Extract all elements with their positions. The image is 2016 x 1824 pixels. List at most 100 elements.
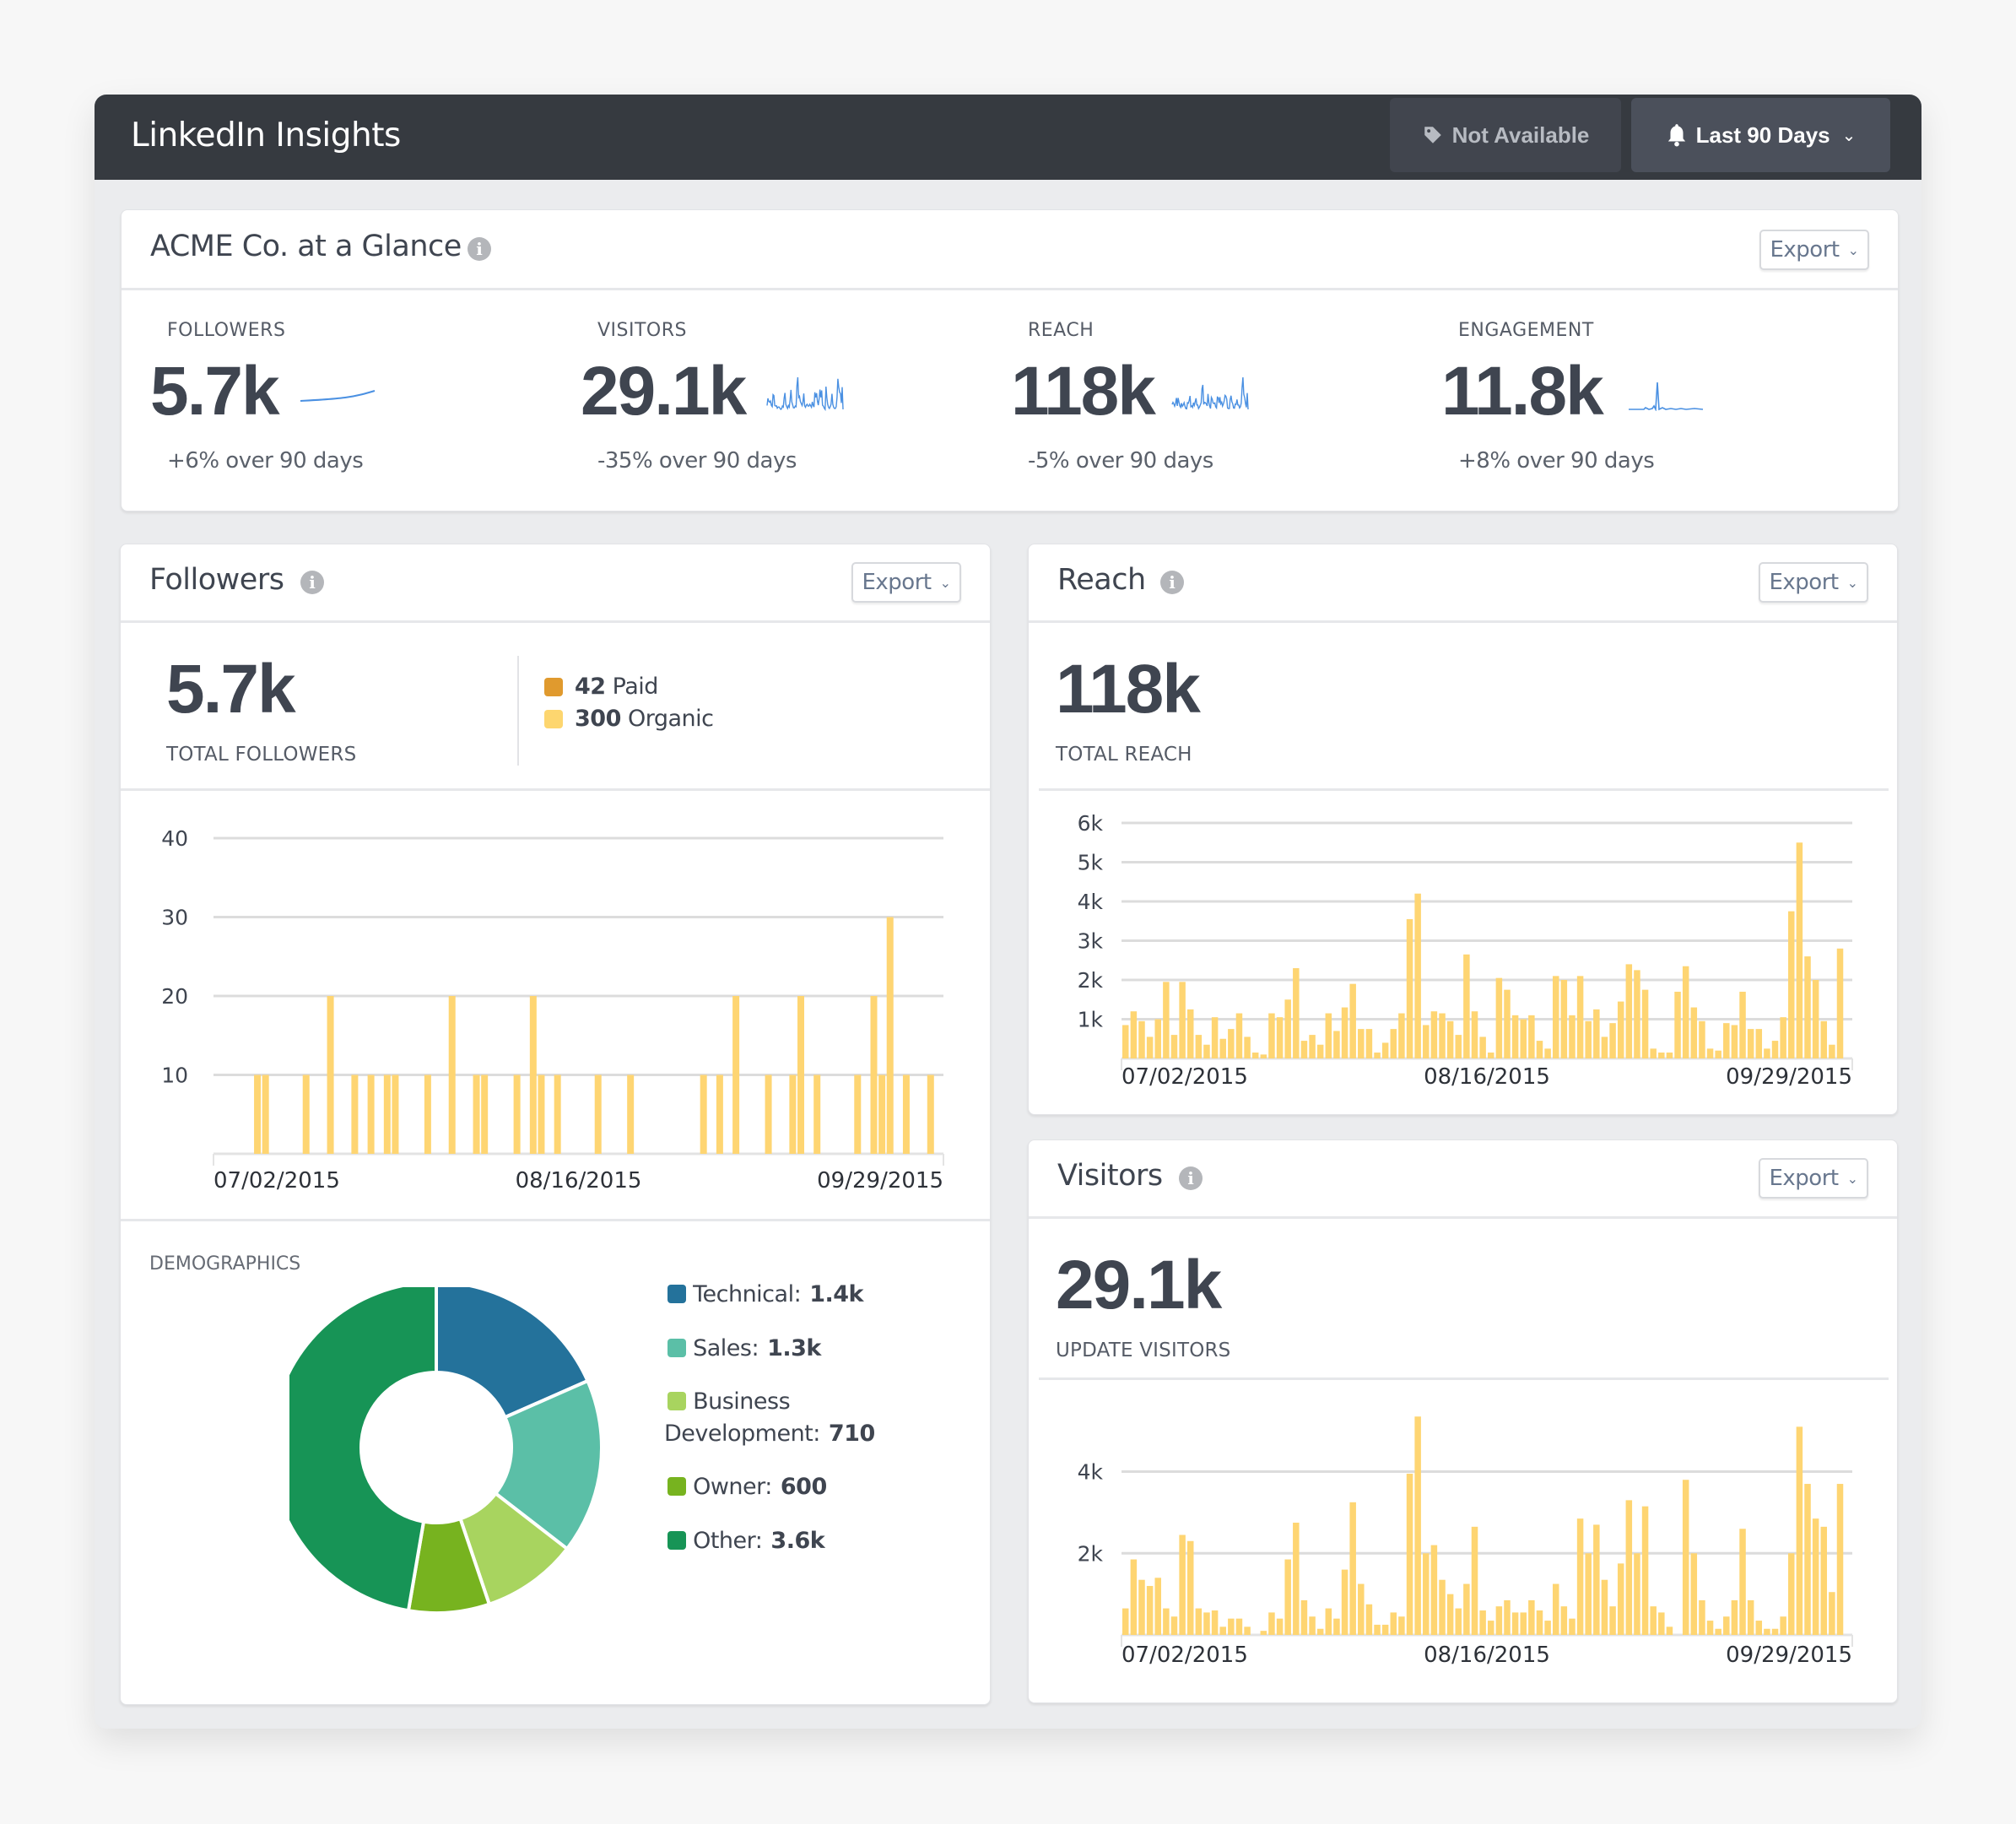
bar (1511, 1612, 1519, 1635)
bar (1747, 1599, 1754, 1635)
bar (1576, 1518, 1584, 1635)
sales-swatch (667, 1339, 686, 1357)
bar (513, 1074, 521, 1154)
visitors-title: Visitors (1057, 1159, 1163, 1193)
bar (1423, 1553, 1430, 1635)
x-tick-label: 08/16/2015 (516, 1168, 642, 1193)
bell-icon (1666, 122, 1688, 148)
summary-chart-divider (1039, 788, 1889, 791)
bar (1293, 1523, 1300, 1635)
bar (481, 1074, 489, 1154)
bar (1536, 1041, 1543, 1058)
bar (1699, 1020, 1705, 1058)
bar (1398, 1013, 1405, 1058)
bar (1601, 1579, 1608, 1635)
y-tick-label: 2k (1078, 1541, 1104, 1566)
bar (538, 1074, 545, 1154)
bar (1634, 1553, 1640, 1635)
bar (554, 1074, 561, 1154)
bar (1381, 1624, 1389, 1635)
bar (1569, 1015, 1576, 1058)
date-range-dropdown[interactable]: Last 90 Days ⌄ (1631, 98, 1890, 172)
business-development-swatch (667, 1392, 686, 1410)
total-followers-value: 5.7k (166, 651, 296, 728)
bar (1706, 1621, 1714, 1635)
bar (254, 1074, 262, 1154)
paid-label: Paid (612, 674, 659, 700)
bar (1300, 1041, 1308, 1058)
bar (870, 996, 878, 1154)
bar (1552, 1583, 1559, 1635)
bar (1179, 982, 1186, 1058)
bar (1414, 1416, 1421, 1635)
info-icon[interactable]: i (300, 571, 324, 594)
paid-swatch (544, 677, 563, 696)
bar (1706, 1048, 1714, 1058)
bar (1333, 1618, 1340, 1635)
y-tick-label: 30 (161, 906, 188, 930)
bar (424, 1074, 431, 1154)
bar (1731, 1025, 1738, 1058)
bar (1163, 1608, 1170, 1635)
visitors-sparkline (766, 376, 844, 411)
bar (1609, 1023, 1616, 1058)
summary-chart-divider (1039, 1377, 1889, 1380)
bar (1747, 1029, 1754, 1058)
y-tick-label: 4k (1078, 890, 1104, 914)
bar (732, 996, 740, 1154)
glance-card: ACME Co. at a Glance i Export ⌄ FOLLOWERS… (121, 209, 1899, 511)
x-tick-label: 09/29/2015 (1726, 1064, 1852, 1090)
y-tick-label: 4k (1078, 1460, 1104, 1485)
bar (1349, 1502, 1356, 1635)
bar (1836, 1484, 1844, 1635)
visitors-bar-chart: 2k 4k 07/02/2015 08/16/2015 09/29/2015 (1078, 1416, 1853, 1668)
summary-divider (517, 656, 519, 766)
reach-card-header: Reach i Export ⌄ (1029, 544, 1897, 623)
bar (1593, 1524, 1600, 1635)
bar (1796, 1426, 1803, 1635)
glance-export-button[interactable]: Export ⌄ (1759, 230, 1869, 270)
bar (902, 1074, 910, 1154)
info-icon[interactable]: i (1160, 571, 1184, 594)
bar (1276, 1618, 1284, 1635)
bar (1154, 1019, 1161, 1058)
bar (1186, 1540, 1194, 1635)
bar (1228, 1618, 1235, 1635)
info-icon[interactable]: i (468, 237, 491, 261)
bar (1260, 1054, 1267, 1058)
bar (1235, 1013, 1243, 1058)
not-available-button[interactable]: Not Available (1390, 98, 1621, 172)
followers-sparkline (300, 390, 376, 402)
bar (1179, 1534, 1186, 1635)
bar (1455, 1035, 1462, 1058)
chevron-down-icon: ⌄ (1847, 241, 1859, 258)
kpi-change: +8% over 90 days (1458, 448, 1655, 474)
donut-slice-other (289, 1287, 438, 1613)
bar (1186, 1009, 1194, 1058)
bar (1268, 1013, 1275, 1058)
bar (1406, 918, 1413, 1058)
kpi-label: ENGAGEMENT (1458, 320, 1594, 341)
bar (1690, 1553, 1698, 1635)
reach-bar-chart: 1k 2k 3k 4k 5k 6k 07/02/2015 08/16/2015 09/29/20… (1078, 811, 1853, 1090)
bar (1504, 1599, 1511, 1635)
bar (1495, 1606, 1503, 1635)
reach-export-button[interactable]: Export ⌄ (1759, 562, 1868, 603)
bar (1439, 1579, 1446, 1635)
bar (1641, 989, 1649, 1058)
bar (1439, 1013, 1446, 1058)
visitors-export-button[interactable]: Export ⌄ (1759, 1158, 1868, 1199)
bar (1796, 842, 1803, 1058)
bar (1690, 1007, 1698, 1058)
info-icon[interactable]: i (1179, 1166, 1203, 1190)
bar (1585, 1020, 1592, 1058)
glance-card-header: ACME Co. at a Glance i Export ⌄ (122, 210, 1898, 290)
bar (1617, 1563, 1624, 1635)
followers-export-button[interactable]: Export ⌄ (851, 562, 961, 603)
technical-value: 1.4k (809, 1281, 863, 1307)
bar (1381, 1042, 1389, 1058)
bar (1293, 968, 1300, 1058)
bar (1146, 1585, 1154, 1635)
chevron-down-icon: ⌄ (1846, 1170, 1858, 1187)
demographics-title: DEMOGRAPHICS (149, 1253, 301, 1275)
